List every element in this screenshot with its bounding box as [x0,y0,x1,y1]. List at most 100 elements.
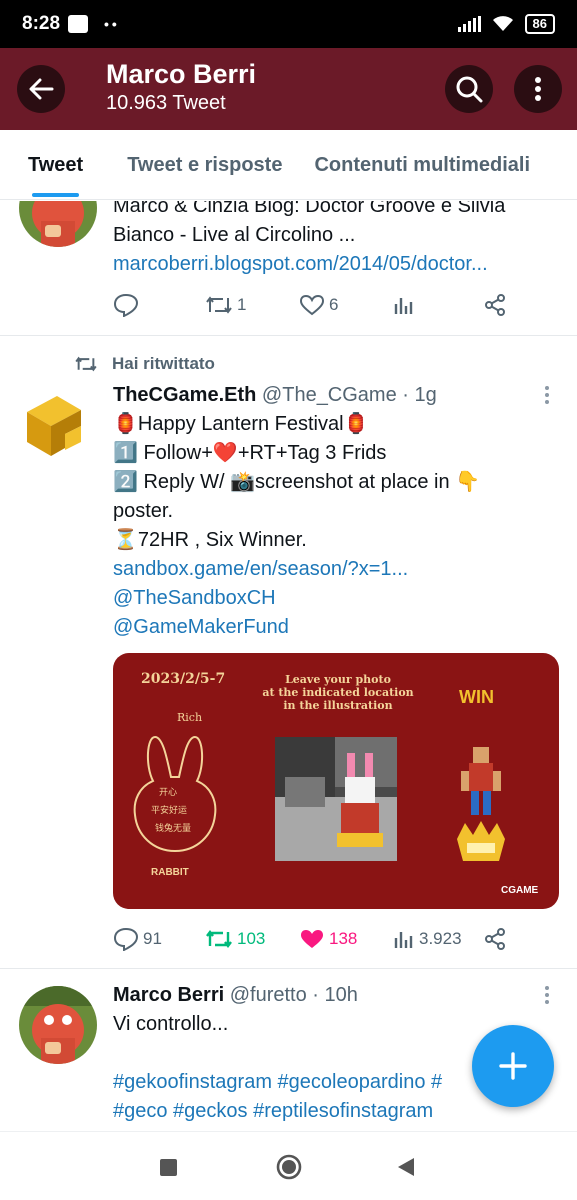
tweet-content: TheCGame.Eth @The_CGame · 1g 🏮Happy Lant… [113,381,553,642]
trophy-figure [457,747,505,861]
heart-icon [299,294,325,316]
tweet-handle[interactable]: @The_CGame [262,384,397,406]
heart-icon [301,930,323,948]
plus-icon [499,1052,527,1080]
reply-icon [113,927,139,951]
signal-icon [457,16,481,32]
search-icon [456,76,483,103]
retweet-button[interactable]: 1 [205,294,246,316]
tweet-text-line: Bianco - Live al Circolino ... [113,224,356,246]
views-icon [394,298,413,314]
profile-tabs: Tweet Tweet e risposte Contenuti multime… [0,130,577,200]
svg-text:开心: 开心 [159,787,177,798]
back-nav-icon[interactable] [396,1156,416,1178]
retweet-icon [206,930,232,948]
tab-tweet-e-risposte[interactable]: Tweet e risposte [111,130,298,199]
promo-rabbit-label: RABBIT [151,867,189,878]
recent-apps-icon[interactable] [160,1159,177,1176]
retweet-button[interactable]: 103 [205,928,265,950]
views-button[interactable] [393,294,415,316]
retweet-count: 1 [237,295,247,314]
tweet-actions: 1 6 [113,290,513,320]
status-indicators: 86 [457,14,555,34]
tweet-time: · 10h [312,984,358,1006]
promo-brand: CGAME [501,885,539,896]
wifi-icon [492,16,513,31]
rabbit-illustration: 开心 平安好运 钱兔无量 [133,735,217,853]
home-icon[interactable] [275,1153,303,1181]
share-icon [485,294,505,316]
teams-notification-icon [68,15,89,33]
status-time: 8:28 [22,13,61,34]
back-arrow-icon [29,78,54,100]
svg-text:平安好运: 平安好运 [151,804,187,816]
battery-icon: 86 [524,14,555,34]
search-button[interactable] [445,65,493,113]
tab-tweet[interactable]: Tweet [0,130,111,199]
more-options-button[interactable] [514,65,562,113]
retweet-count: 103 [237,929,266,948]
tweet-mention[interactable]: @GameMakerFund [113,613,553,642]
status-bar: 8:28 •• 86 [0,0,577,48]
retweeted-label: Hai ritwittato [112,354,215,373]
views-icon [394,932,413,948]
tweet-time: · 1g [402,384,437,406]
back-button[interactable] [17,65,65,113]
like-button[interactable]: 138 [299,928,357,950]
promo-headline-line: at the indicated location [262,686,414,699]
tweet-item[interactable]: Hai ritwittato TheCGame.Eth @The_CGame ·… [0,336,577,968]
reply-button[interactable] [113,293,139,317]
system-navigation-bar [0,1131,577,1200]
views-button[interactable]: 3.923 [393,928,462,950]
tweet-count: 10.963 Tweet [106,92,226,114]
views-count: 3.923 [419,929,462,948]
tweet-text-line: 🏮Happy Lantern Festival🏮 [113,413,369,435]
share-button[interactable] [483,293,507,317]
tweet-actions: 91 103 138 3.923 [113,924,513,954]
avatar[interactable] [19,986,97,1064]
reply-button[interactable]: 91 [113,927,162,951]
tweet-text-line: Marco & Cinzia Blog: Doctor Groove e Sil… [113,201,506,217]
game-screenshot [275,737,397,861]
more-vertical-icon [535,77,541,101]
status-dots: •• [104,16,120,32]
promo-rich: Rich [177,711,203,724]
retweeted-indicator: Hai ritwittato [74,354,215,374]
svg-text:钱兔无量: 钱兔无量 [155,822,191,834]
tweet-feed: Marco & Cinzia Blog: Doctor Groove e Sil… [0,201,577,1131]
retweet-icon [206,296,232,314]
tweet-handle[interactable]: @furetto [230,984,307,1006]
reply-count: 91 [143,929,162,948]
share-icon [485,928,505,950]
promo-win: WIN [459,687,494,707]
compose-tweet-button[interactable] [472,1025,554,1107]
reply-icon [113,293,139,317]
promo-headline-line: Leave your photo [285,673,391,686]
tweet-text-line: ⏳72HR , Six Winner. [113,529,307,551]
tweet-media-image[interactable]: 2023/2/5-7 Rich 开心 平安好运 钱兔无量 RABBIT Leav… [113,653,559,909]
tweet-text-line: poster. [113,500,174,522]
avatar[interactable] [19,386,97,464]
like-count: 6 [329,295,339,314]
tweet-link[interactable]: sandbox.game/en/season/?x=1... [113,555,553,584]
tweet-mention[interactable]: @TheSandboxCH [113,584,553,613]
avatar[interactable] [19,201,97,247]
tweet-item[interactable]: Marco & Cinzia Blog: Doctor Groove e Sil… [0,201,577,336]
tweet-text-line: 1️⃣ Follow+❤️+RT+Tag 3 Frids [113,442,387,464]
promo-date: 2023/2/5-7 [141,671,226,687]
like-button[interactable]: 6 [299,294,338,316]
retweet-icon [75,356,97,372]
profile-name: Marco Berri [106,59,257,89]
tab-contenuti-multimediali[interactable]: Contenuti multimediali [298,130,546,199]
tweet-author[interactable]: Marco Berri [113,984,224,1006]
tweet-link[interactable]: marcoberri.blogspot.com/2014/05/doctor..… [113,250,563,279]
tweet-author[interactable]: TheCGame.Eth [113,384,256,406]
tweet-author-line: TheCGame.Eth @The_CGame · 1g [113,381,553,410]
tweet-text: Marco & Cinzia Blog: Doctor Groove e Sil… [113,201,563,279]
header-title-block: Marco Berri 10.963 Tweet [106,58,256,116]
tweet-author-line: Marco Berri @furetto · 10h [113,981,563,1010]
tweet-text-line: 2️⃣ Reply W/ 📸screenshot at place in 👇 [113,471,481,493]
share-button[interactable] [483,927,507,951]
like-count: 138 [329,929,358,948]
promo-headline-line: in the illustration [283,699,393,712]
